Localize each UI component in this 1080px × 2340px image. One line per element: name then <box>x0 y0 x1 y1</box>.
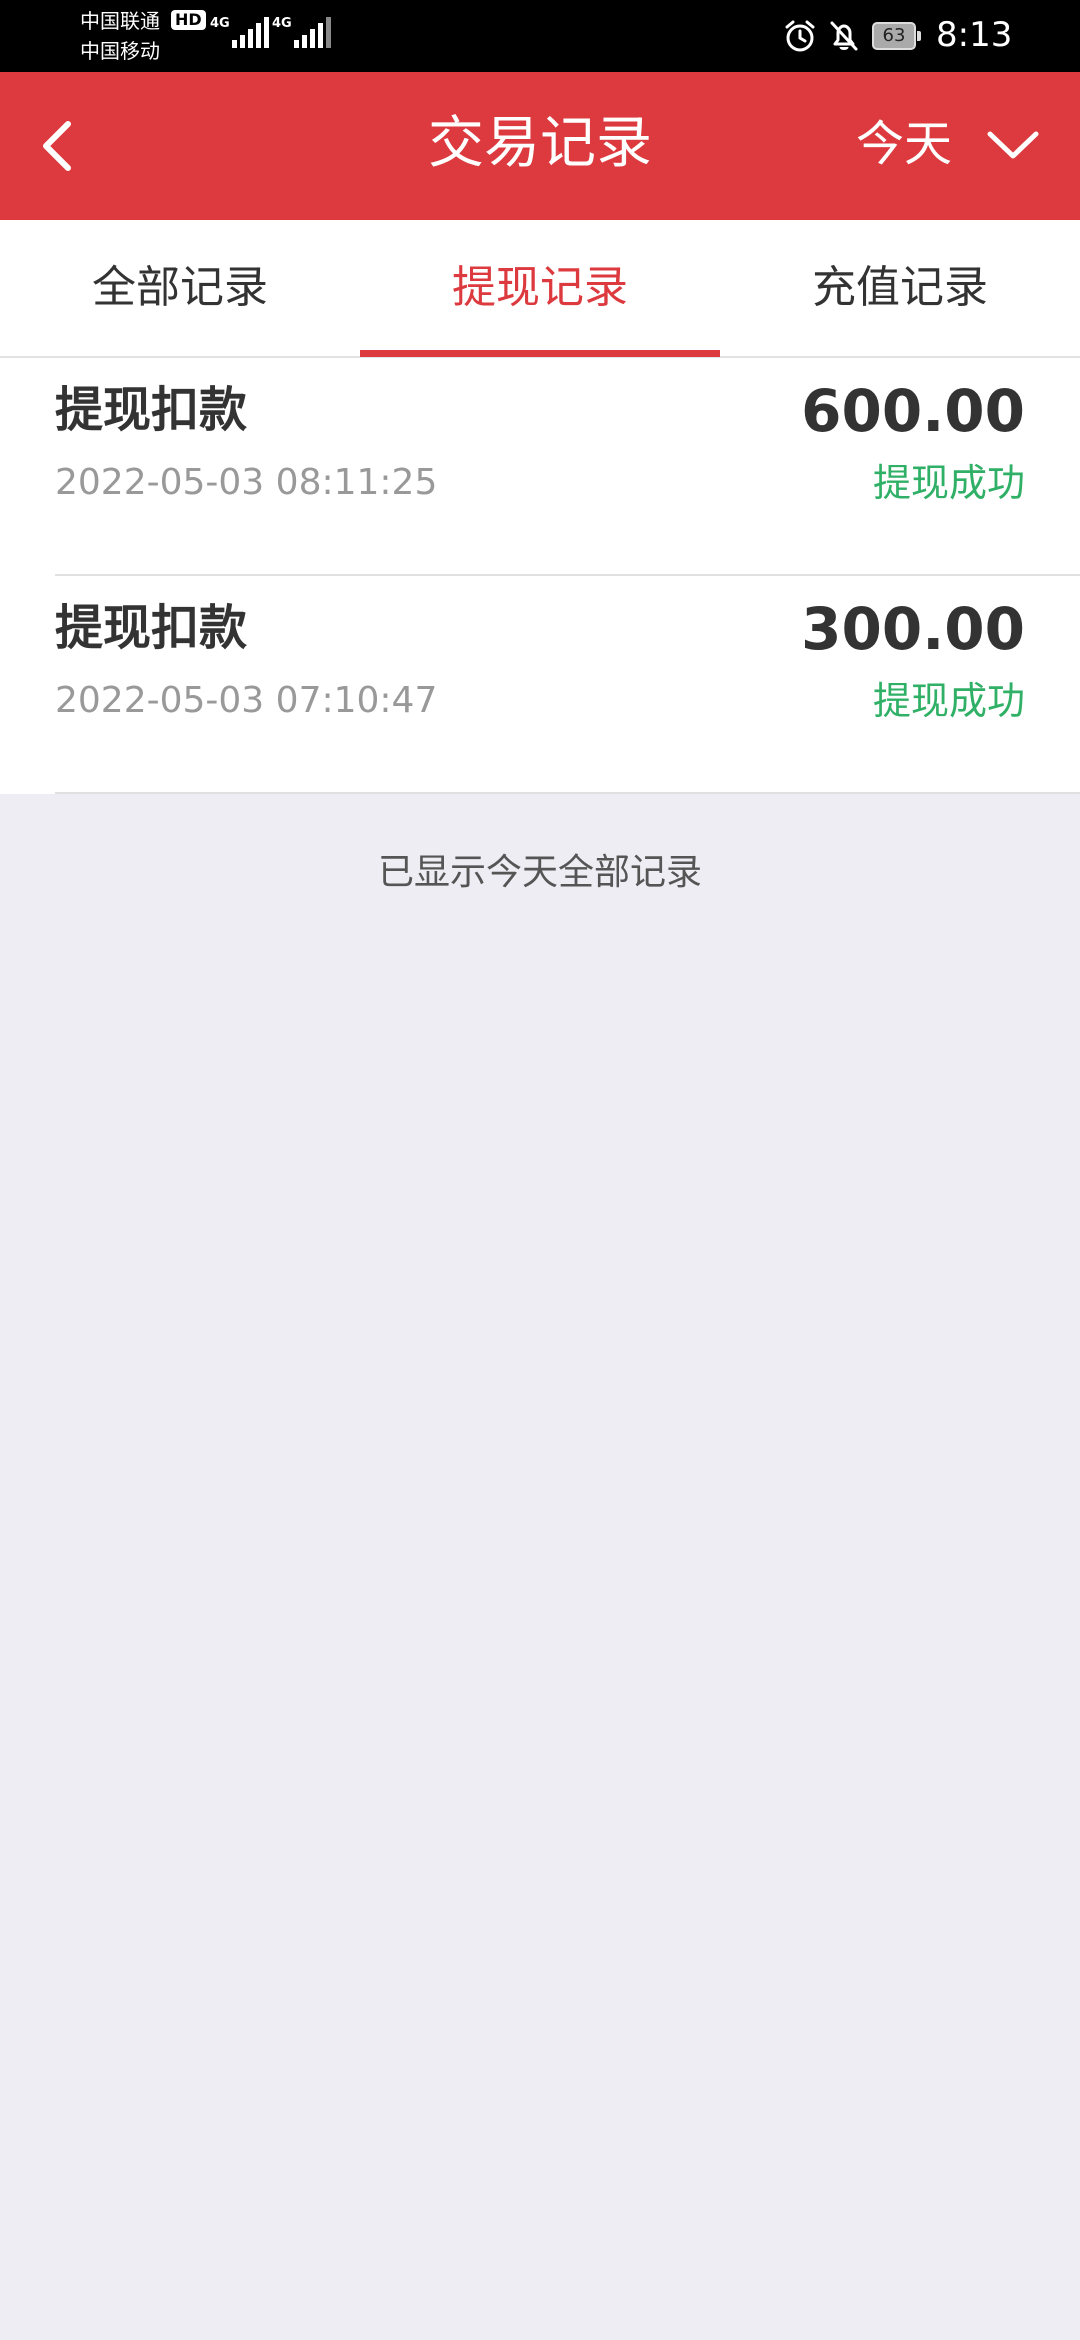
battery-tip <box>917 31 921 41</box>
record-time: 2022-05-03 08:11:25 <box>55 462 438 503</box>
network-type-2: 4G <box>272 16 292 31</box>
status-bar: 中国联通 中国移动 HD 4G 4G 63 8:13 <box>0 0 1080 72</box>
date-filter-label: 今天 <box>856 116 953 172</box>
record-status: 提现成功 <box>872 679 1025 723</box>
bell-off-icon <box>830 21 858 51</box>
carrier-1: 中国联通 <box>80 9 160 33</box>
list-item[interactable]: 提现扣款 2022-05-03 08:11:25 600.00 提现成功 <box>0 358 1080 576</box>
tab-recharge-records[interactable]: 充值记录 <box>720 220 1080 356</box>
chevron-down-icon <box>987 131 1039 159</box>
list-item[interactable]: 提现扣款 2022-05-03 07:10:47 300.00 提现成功 <box>0 576 1080 794</box>
battery-icon: 63 <box>872 22 922 50</box>
record-list: 提现扣款 2022-05-03 08:11:25 600.00 提现成功 提现扣… <box>0 358 1080 794</box>
hd-badge: HD <box>171 10 206 30</box>
tab-all-records[interactable]: 全部记录 <box>0 220 360 356</box>
end-of-list-note: 已显示今天全部记录 <box>377 852 702 893</box>
carrier-info: 中国联通 中国移动 <box>80 6 160 66</box>
carrier-2: 中国移动 <box>80 39 160 63</box>
record-amount: 600.00 <box>801 377 1025 445</box>
alarm-icon <box>785 20 815 52</box>
record-title: 提现扣款 <box>55 600 248 656</box>
record-time: 2022-05-03 07:10:47 <box>55 680 438 721</box>
clock: 8:13 <box>936 15 1013 55</box>
record-title: 提现扣款 <box>55 382 248 438</box>
tab-bar: 全部记录 提现记录 充值记录 <box>0 220 1080 358</box>
date-filter-dropdown[interactable]: 今天 <box>856 106 1056 186</box>
record-status: 提现成功 <box>872 461 1025 505</box>
tab-withdraw-records[interactable]: 提现记录 <box>360 220 720 356</box>
header: 交易记录 今天 <box>0 72 1080 220</box>
battery-level: 63 <box>872 22 916 50</box>
divider <box>55 792 1080 794</box>
network-type-1: 4G <box>210 16 230 31</box>
record-amount: 300.00 <box>801 595 1025 663</box>
tab-indicator <box>360 350 720 357</box>
